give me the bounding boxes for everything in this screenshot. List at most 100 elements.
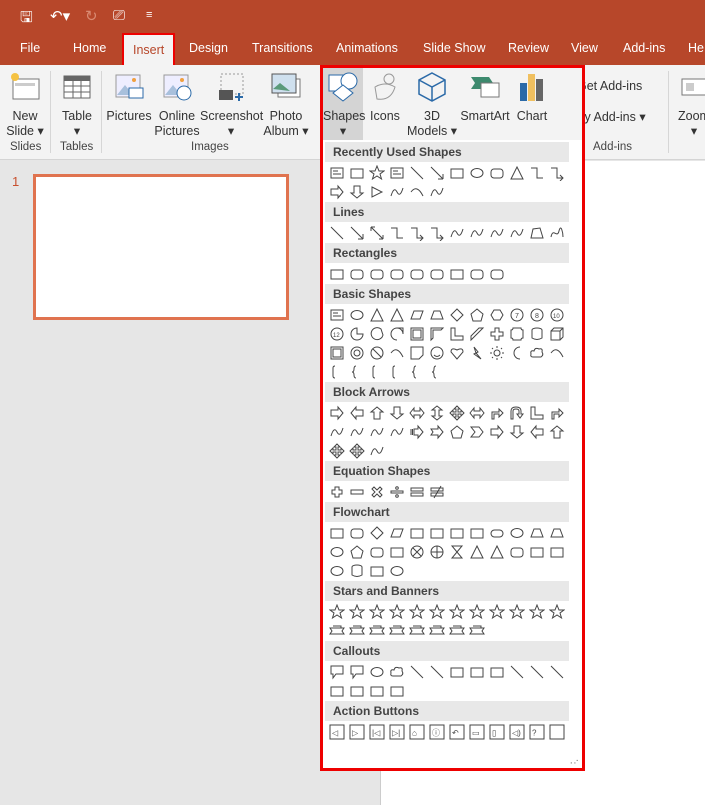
shape-star-icon[interactable]	[487, 602, 507, 621]
shape-uparrow-icon[interactable]	[547, 422, 567, 441]
shape-pentagon-icon[interactable]	[447, 422, 467, 441]
shape-quadarrow-icon[interactable]	[327, 441, 347, 460]
shape-banner-icon[interactable]	[367, 621, 387, 640]
shape-lrarrow-icon[interactable]	[467, 403, 487, 422]
shape-bentarrow-icon[interactable]	[487, 403, 507, 422]
shape-tri-right-icon[interactable]	[367, 182, 387, 201]
shape-rect-icon[interactable]: ▷|	[387, 722, 407, 741]
shape-scribble-icon[interactable]	[547, 223, 567, 242]
shape-rect-icon[interactable]	[367, 561, 387, 580]
shape-oval-icon[interactable]	[507, 523, 527, 542]
shape-rect-icon[interactable]	[447, 662, 467, 681]
shape-star-icon[interactable]	[347, 602, 367, 621]
shape-decagon-icon[interactable]: 10	[547, 305, 567, 324]
shape-curve-icon[interactable]	[507, 223, 527, 242]
shape-star-icon[interactable]	[367, 163, 387, 182]
shape-banner-icon[interactable]	[467, 621, 487, 640]
shape-rect-icon[interactable]	[387, 542, 407, 561]
shape-roundrect-icon[interactable]	[427, 264, 447, 283]
shape-chord-icon[interactable]	[367, 324, 387, 343]
chart-button[interactable]: Chart	[513, 71, 551, 124]
table-button[interactable]: Table ▾	[58, 71, 96, 139]
shape-arc-icon[interactable]	[547, 343, 567, 362]
shape-rect-icon[interactable]	[447, 163, 467, 182]
shape-line-icon[interactable]	[327, 223, 347, 242]
shape-can-icon[interactable]	[527, 324, 547, 343]
shape-banner-icon[interactable]	[407, 621, 427, 640]
shape-roundrect-icon[interactable]	[387, 264, 407, 283]
shape-cloud-icon[interactable]	[387, 662, 407, 681]
shape-rect-icon[interactable]: ▷	[347, 722, 367, 741]
tab-file[interactable]: File	[20, 41, 40, 55]
shape-rect-icon[interactable]: ↶	[447, 722, 467, 741]
icons-button[interactable]: Icons	[367, 71, 403, 124]
zoom-button[interactable]: Zoom ▾	[674, 71, 705, 139]
shape-teardrop-icon[interactable]	[387, 324, 407, 343]
shape-diamond-icon[interactable]	[447, 305, 467, 324]
shape-moon-icon[interactable]	[507, 343, 527, 362]
shape-xcircle-icon[interactable]	[407, 542, 427, 561]
shape-uturn-icon[interactable]	[507, 403, 527, 422]
shape-elbow-icon[interactable]	[527, 163, 547, 182]
customize-icon[interactable]: ≡	[146, 9, 152, 21]
shapes-button[interactable]: Shapes ▾	[323, 68, 365, 140]
shape-oval-icon[interactable]	[467, 163, 487, 182]
shape-curve-icon[interactable]	[447, 223, 467, 242]
shape-trapezoid-icon[interactable]	[527, 523, 547, 542]
shape-chevron-icon[interactable]	[467, 422, 487, 441]
shape-donut-icon[interactable]	[347, 343, 367, 362]
shape-brace-icon[interactable]	[347, 362, 367, 381]
shape-plaque-icon[interactable]	[507, 324, 527, 343]
shape-roundrect-icon[interactable]	[367, 542, 387, 561]
shape-downarrow-icon[interactable]	[347, 182, 367, 201]
shape-trapezoid-icon[interactable]	[547, 523, 567, 542]
shape-rect-icon[interactable]: ?	[527, 722, 547, 741]
shape-rect-icon[interactable]: |◁	[367, 722, 387, 741]
shape-elbow-icon[interactable]	[387, 223, 407, 242]
shape-hexagon-icon[interactable]	[487, 305, 507, 324]
shape-curve-icon[interactable]	[387, 182, 407, 201]
shape-freeform-icon[interactable]	[527, 223, 547, 242]
shape-roundrect-icon[interactable]	[347, 264, 367, 283]
shape-curve-icon[interactable]	[487, 223, 507, 242]
shape-diamond-icon[interactable]	[367, 523, 387, 542]
shape-fold-icon[interactable]	[407, 343, 427, 362]
shape-bentarrow-icon[interactable]	[547, 403, 567, 422]
shape-bolt-icon[interactable]	[467, 343, 487, 362]
new-slide-button[interactable]: New Slide ▾	[6, 71, 44, 139]
tab-review[interactable]: Review	[508, 41, 549, 55]
shape-curve-icon[interactable]	[367, 422, 387, 441]
shape-banner-icon[interactable]	[347, 621, 367, 640]
shape-curve-icon[interactable]	[347, 422, 367, 441]
shape-brace-icon[interactable]	[407, 362, 427, 381]
shape-line-icon[interactable]	[427, 662, 447, 681]
shape-elbowarrow-icon[interactable]	[407, 223, 427, 242]
shape-roundrect-icon[interactable]	[407, 264, 427, 283]
shape-line-icon[interactable]	[407, 662, 427, 681]
tab-add-ins[interactable]: Add-ins	[623, 41, 665, 55]
shape-star-icon[interactable]	[467, 602, 487, 621]
shape-uparrow-icon[interactable]	[367, 403, 387, 422]
shape-banner-icon[interactable]	[327, 621, 347, 640]
shape-curve-icon[interactable]	[427, 182, 447, 201]
shape-heptagon-icon[interactable]: 7	[507, 305, 527, 324]
shape-roundrect-icon[interactable]	[367, 264, 387, 283]
shape-rightarrow-icon[interactable]	[327, 182, 347, 201]
shape-trapezoid-icon[interactable]	[427, 305, 447, 324]
shape-line-icon[interactable]	[507, 662, 527, 681]
shape-minus-icon[interactable]	[347, 482, 367, 501]
redo-icon[interactable]: ↻	[85, 7, 98, 25]
shape-line-icon[interactable]	[407, 163, 427, 182]
shape-leftarrow-icon[interactable]	[347, 403, 367, 422]
shape-roundrect-icon[interactable]	[467, 264, 487, 283]
tab-help[interactable]: He	[688, 41, 704, 55]
shape-curve-icon[interactable]	[327, 422, 347, 441]
shape-notched-icon[interactable]	[427, 422, 447, 441]
shape-lshape-icon[interactable]	[447, 324, 467, 343]
shape-rect-icon[interactable]	[327, 681, 347, 700]
shape-rightarrow-icon[interactable]	[327, 403, 347, 422]
shape-rect-icon[interactable]	[407, 523, 427, 542]
shape-striped-icon[interactable]	[407, 422, 427, 441]
shape-star-icon[interactable]	[547, 602, 567, 621]
shape-hourglass-icon[interactable]	[447, 542, 467, 561]
